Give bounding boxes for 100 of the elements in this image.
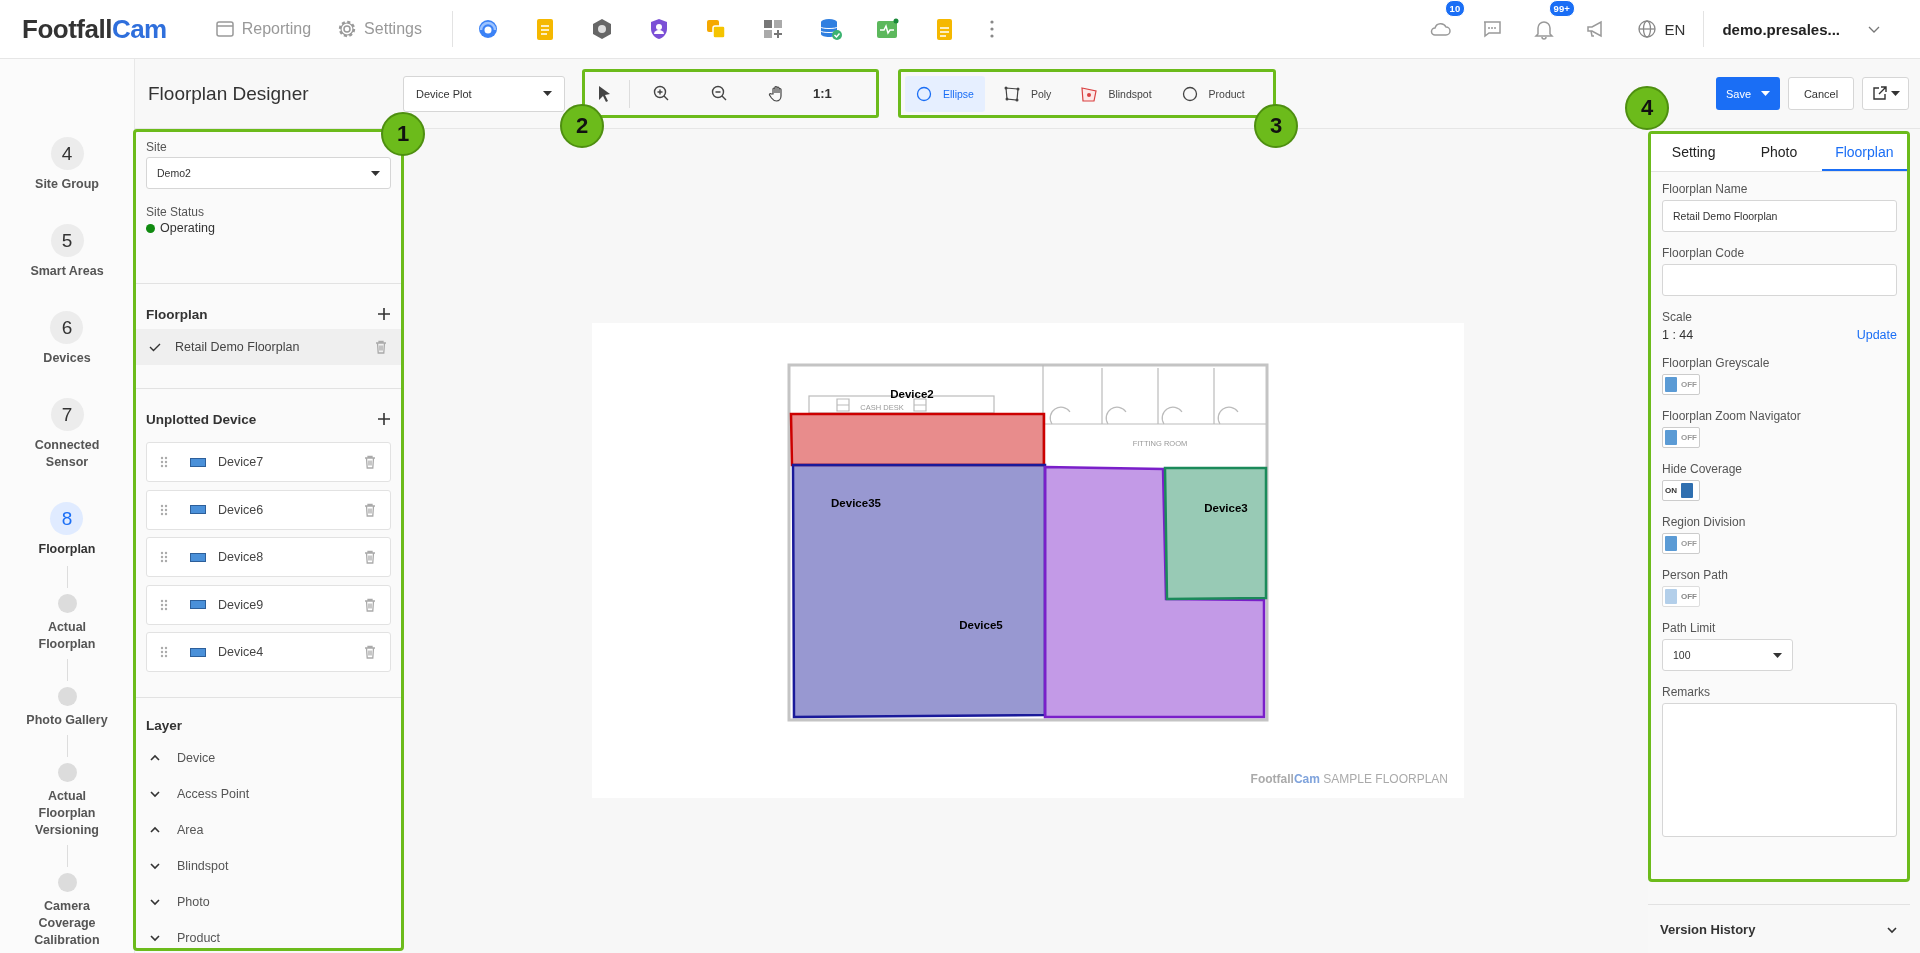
device-item[interactable]: Device7 [146, 442, 391, 482]
step-dot[interactable] [57, 763, 77, 782]
step-number[interactable]: 6 [50, 311, 84, 344]
draw-tool[interactable]: Ellipse [905, 75, 985, 112]
toggle-switch[interactable]: ON [1662, 480, 1700, 501]
device-label[interactable]: Device3 [1204, 502, 1248, 514]
plus-icon[interactable] [377, 412, 391, 426]
zoom-out-icon [710, 85, 728, 102]
language-selector[interactable]: EN [1636, 19, 1686, 39]
remarks-field[interactable] [1662, 703, 1897, 837]
count-badge: 99+ [1548, 0, 1575, 17]
circle-icon [1181, 85, 1198, 102]
step-label[interactable]: Photo Gallery [26, 712, 108, 729]
step-dot[interactable] [57, 594, 77, 613]
caret-icon [543, 91, 552, 96]
save-button[interactable]: Save [1715, 77, 1780, 110]
device-icon [190, 600, 206, 609]
polygon-icon [1003, 85, 1020, 102]
field-label: Hide Coverage [1662, 462, 1744, 476]
tab[interactable]: Setting [1651, 134, 1737, 171]
drag-handle-icon[interactable] [160, 646, 168, 658]
step-dot[interactable] [57, 687, 77, 706]
step-label[interactable]: Actual Floorplan Versioning [19, 788, 115, 839]
input-field[interactable] [1662, 264, 1897, 296]
section-heading: Layer [146, 717, 183, 733]
field-label: Scale [1662, 310, 1694, 324]
page-title: Floorplan Designer [147, 82, 310, 105]
step-number[interactable]: 5 [50, 224, 84, 257]
path-limit-select[interactable]: 100 [1662, 639, 1793, 671]
external-link-icon [1871, 85, 1888, 102]
plus-icon[interactable] [377, 307, 391, 321]
reset-zoom-button[interactable]: 1:1 [813, 75, 832, 112]
layer-item[interactable]: Access Point [146, 776, 391, 812]
cancel-button[interactable]: Cancel [1788, 77, 1854, 110]
caret-icon [1773, 652, 1782, 658]
device-item[interactable]: Device8 [146, 537, 391, 577]
trash-icon[interactable] [362, 501, 378, 518]
update-link[interactable]: Update [1856, 328, 1897, 342]
drag-handle-icon[interactable] [160, 551, 168, 563]
coverage-area[interactable] [791, 463, 1047, 719]
caret-icon [1891, 91, 1900, 96]
device-item[interactable]: Device4 [146, 632, 391, 672]
step-label[interactable]: Site Group [35, 176, 99, 193]
layer-item[interactable]: Product [146, 920, 391, 948]
tab[interactable]: Photo [1736, 134, 1822, 171]
hand-icon [767, 85, 785, 102]
floorplan-item[interactable]: Retail Demo Floorplan [136, 329, 401, 365]
globe-icon [1636, 19, 1657, 39]
step-number[interactable]: 7 [50, 398, 84, 431]
draw-tool[interactable]: Blindspot [1070, 75, 1163, 112]
layer-item[interactable]: Photo [146, 884, 391, 920]
drag-handle-icon[interactable] [160, 598, 168, 611]
drag-handle-icon[interactable] [160, 503, 168, 516]
tab[interactable]: Floorplan [1821, 134, 1907, 171]
device-item[interactable]: Device6 [146, 489, 391, 530]
callout-badge: 3 [1254, 104, 1298, 148]
step-number[interactable]: 8 [50, 502, 84, 535]
trash-icon[interactable] [362, 454, 378, 470]
coverage-area[interactable] [1043, 465, 1266, 719]
step-label[interactable]: Devices [43, 350, 91, 367]
step-number[interactable]: 4 [50, 137, 84, 170]
device-item[interactable]: Device9 [146, 584, 391, 625]
user-menu[interactable]: demo.presales... [1703, 11, 1886, 47]
field-label: Floorplan Greyscale [1662, 356, 1771, 370]
device-label[interactable]: Device2 [890, 388, 934, 400]
step-label[interactable]: Floorplan [38, 541, 96, 558]
version-history-header[interactable]: Version History [1648, 904, 1910, 953]
field-label: Site Status [146, 205, 206, 219]
field-label: Floorplan Code [1662, 246, 1746, 260]
bell-icon[interactable] [1532, 18, 1555, 40]
step-label[interactable]: Camera Coverage Calibration [19, 898, 115, 949]
blindspot-icon [1081, 85, 1098, 102]
coverage-area[interactable] [789, 412, 1046, 467]
device-label[interactable]: Device35 [831, 497, 881, 509]
step-label[interactable]: Actual Floorplan [19, 619, 115, 653]
mode-select[interactable]: Device Plot [403, 75, 565, 112]
step-dot[interactable] [57, 873, 77, 892]
logo[interactable]: FootfallCam [22, 13, 167, 45]
drag-handle-icon[interactable] [160, 456, 168, 468]
draw-tool[interactable]: Poly [992, 75, 1063, 112]
device-label[interactable]: Device5 [959, 619, 1003, 631]
step-label[interactable]: Smart Areas [30, 263, 104, 280]
export-button[interactable] [1862, 77, 1909, 110]
layer-item[interactable]: Device [146, 740, 391, 776]
field-label: Remarks [1662, 685, 1711, 699]
zoom-in-icon [652, 85, 670, 102]
input-field[interactable]: Retail Demo Floorplan [1662, 200, 1897, 232]
site-select[interactable]: Demo2 [146, 157, 391, 189]
check-icon [149, 342, 161, 352]
field-label: Region Division [1662, 515, 1747, 529]
field-label: Floorplan Zoom Navigator [1662, 409, 1802, 423]
layer-item[interactable]: Blindspot [146, 848, 391, 884]
trash-icon[interactable] [362, 596, 378, 613]
step-label[interactable]: Connected Sensor [19, 437, 115, 471]
chevron-down-icon [1868, 25, 1880, 33]
trash-icon[interactable] [362, 549, 378, 565]
coverage-area[interactable] [1163, 466, 1268, 601]
layer-item[interactable]: Area [146, 812, 391, 848]
trash-icon[interactable] [362, 644, 378, 660]
draw-tool[interactable]: Product [1170, 75, 1256, 112]
